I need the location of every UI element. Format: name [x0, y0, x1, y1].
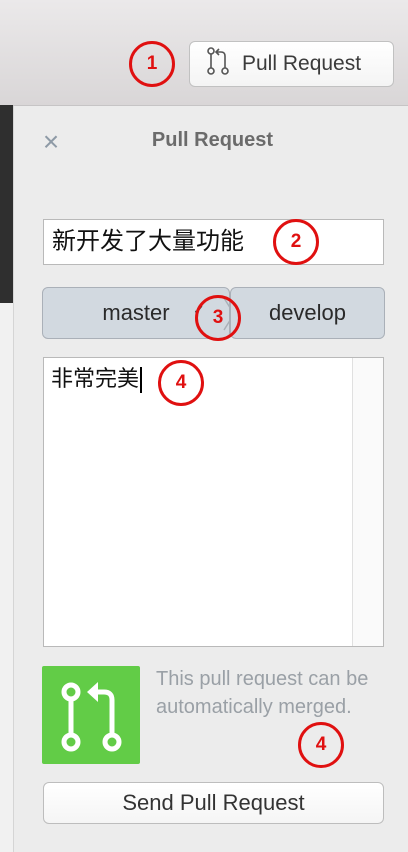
send-pull-request-button[interactable]: Send Pull Request	[43, 782, 384, 824]
annotation-marker: 3	[195, 295, 241, 341]
close-icon[interactable]: ×	[40, 128, 62, 156]
pull-request-toolbar-button[interactable]: Pull Request	[189, 41, 394, 87]
description-scrollbar[interactable]	[352, 358, 383, 646]
panel-title: Pull Request	[151, 129, 274, 151]
annotation-marker: 1	[129, 41, 175, 87]
annotation-marker: 4	[158, 360, 204, 406]
pr-description-textarea[interactable]: 非常完美	[43, 357, 384, 647]
pr-description-text: 非常完美	[51, 364, 143, 394]
target-branch-label: develop	[268, 300, 347, 325]
annotation-marker: 4	[298, 722, 344, 768]
text-caret	[140, 367, 143, 394]
pull-request-merge-icon	[42, 666, 140, 764]
pull-request-icon	[206, 46, 230, 82]
target-branch-select[interactable]: develop	[230, 287, 385, 339]
pr-title-input[interactable]: 新开发了大量功能	[43, 219, 384, 265]
left-dark-strip	[0, 105, 13, 303]
source-branch-label: master	[102, 300, 170, 325]
merge-status-text: This pull request can be automatically m…	[156, 668, 369, 718]
send-button-label: Send Pull Request	[122, 790, 305, 815]
pull-request-button-label: Pull Request	[242, 52, 362, 75]
annotation-marker: 2	[273, 219, 319, 265]
